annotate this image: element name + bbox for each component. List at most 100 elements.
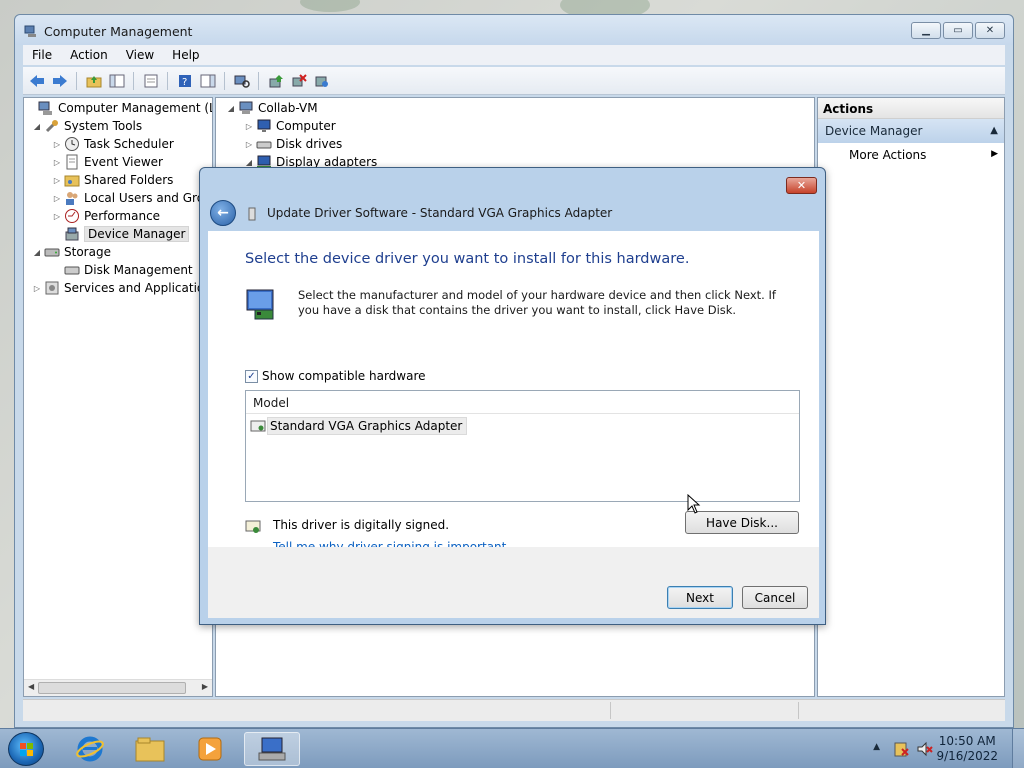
show-action-pane-icon[interactable] — [198, 71, 217, 90]
back-arrow-icon[interactable] — [27, 71, 46, 90]
media-player-icon — [198, 737, 222, 761]
show-compatible-row[interactable]: ✓ Show compatible hardware — [245, 369, 426, 383]
mouse-pointer-icon — [687, 494, 701, 514]
device-item-disk-drives[interactable]: ▷ Disk drives — [244, 135, 342, 153]
computer-management-icon — [24, 25, 36, 37]
uninstall-icon[interactable] — [289, 71, 308, 90]
show-hide-tree-icon[interactable] — [107, 71, 126, 90]
model-list-item[interactable]: Standard VGA Graphics Adapter — [250, 416, 468, 435]
tree-item-label: Shared Folders — [84, 173, 174, 187]
scroll-right-icon[interactable]: ▶ — [202, 682, 208, 691]
clock[interactable]: 10:50 AM 9/16/2022 — [936, 734, 998, 764]
horizontal-scrollbar[interactable]: ◀ ▶ — [24, 679, 212, 696]
show-compatible-label: Show compatible hardware — [262, 369, 426, 383]
menu-view[interactable]: View — [126, 48, 154, 62]
dialog-header: ← Update Driver Software - Standard VGA … — [208, 198, 817, 230]
have-disk-button[interactable]: Have Disk... — [685, 511, 799, 534]
users-icon — [66, 192, 78, 205]
enable-device-icon[interactable] — [312, 71, 331, 90]
tree-item-label: Disk Management — [84, 263, 193, 277]
tree-item-system-tools[interactable]: ◢ System Tools — [32, 117, 142, 135]
collapse-up-icon[interactable]: ▲ — [990, 125, 998, 136]
collapsed-arrow-icon[interactable]: ▷ — [52, 158, 62, 167]
actions-section-label: Device Manager — [825, 124, 923, 138]
up-folder-icon[interactable] — [84, 71, 103, 90]
monitor-icon — [246, 289, 274, 320]
svg-text:?: ? — [182, 77, 187, 88]
file-explorer-taskbar[interactable] — [122, 732, 178, 766]
device-item-computer[interactable]: ▷ Computer — [244, 117, 336, 135]
collapsed-arrow-icon[interactable]: ▷ — [52, 212, 62, 221]
menu-help[interactable]: Help — [172, 48, 199, 62]
tree-item-performance[interactable]: ▷ Performance — [52, 207, 160, 225]
tree-item-services[interactable]: ▷ Services and Applications — [32, 279, 213, 297]
collapsed-arrow-icon[interactable]: ▷ — [52, 140, 62, 149]
submenu-arrow-icon: ▶ — [991, 149, 998, 159]
tree-root[interactable]: Computer Management (Local — [26, 99, 212, 117]
model-list[interactable]: Model Standard VGA Graphics Adapter — [245, 390, 800, 502]
tree-item-local-users[interactable]: ▷ Local Users and Group — [52, 189, 212, 207]
next-button[interactable]: Next — [667, 586, 733, 609]
device-root[interactable]: ◢ Collab-VM — [226, 99, 318, 117]
tree-item-shared-folders[interactable]: ▷ Shared Folders — [52, 171, 173, 189]
media-player-taskbar[interactable] — [182, 732, 238, 766]
show-compatible-checkbox[interactable]: ✓ — [245, 369, 258, 383]
more-actions-item[interactable]: More Actions ▶ — [818, 143, 1004, 165]
update-driver-icon[interactable] — [266, 71, 285, 90]
help-icon[interactable]: ? — [175, 71, 194, 90]
tree-item-event-viewer[interactable]: ▷ Event Viewer — [52, 153, 163, 171]
close-button[interactable]: ✕ — [975, 22, 1005, 39]
tree-item-task-scheduler[interactable]: ▷ Task Scheduler — [52, 135, 174, 153]
menu-file[interactable]: File — [32, 48, 52, 62]
toolbar-separator — [133, 71, 134, 90]
show-desktop-button[interactable] — [1012, 729, 1024, 768]
tree-item-device-manager[interactable]: Device Manager — [52, 225, 190, 243]
action-center-icon[interactable] — [892, 740, 910, 758]
properties-icon[interactable] — [141, 71, 160, 90]
tree-item-label: Event Viewer — [84, 155, 163, 169]
maximize-button[interactable]: ▭ — [943, 22, 973, 39]
tree-item-storage[interactable]: ◢ Storage — [32, 243, 111, 261]
scroll-left-icon[interactable]: ◀ — [28, 682, 34, 691]
expanded-arrow-icon[interactable]: ◢ — [226, 104, 236, 113]
forward-arrow-icon[interactable] — [50, 71, 69, 90]
desktop-decoration — [300, 0, 360, 12]
expanded-arrow-icon[interactable]: ◢ — [244, 158, 254, 167]
dialog-close-button[interactable]: ✕ — [786, 177, 817, 194]
performance-icon — [65, 209, 79, 223]
actions-section-device-manager[interactable]: Device Manager ▲ — [818, 119, 1004, 143]
toolbar: ? — [23, 67, 1005, 95]
disk-icon — [64, 266, 80, 275]
clock-icon — [65, 137, 79, 151]
menu-action[interactable]: Action — [70, 48, 108, 62]
actions-pane: Actions Device Manager ▲ More Actions ▶ — [817, 97, 1005, 697]
services-icon — [45, 281, 59, 295]
internet-explorer-taskbar[interactable] — [62, 732, 118, 766]
toolbar-separator — [258, 71, 259, 90]
expanded-arrow-icon[interactable]: ◢ — [32, 122, 42, 131]
windows-logo-icon — [20, 743, 33, 756]
collapsed-arrow-icon[interactable]: ▷ — [244, 122, 254, 131]
computer-management-taskbar[interactable] — [244, 732, 300, 766]
show-hidden-icons-icon[interactable]: ▲ — [873, 742, 880, 752]
collapsed-arrow-icon[interactable]: ▷ — [244, 140, 254, 149]
collapsed-arrow-icon[interactable]: ▷ — [32, 284, 42, 293]
start-button[interactable] — [8, 732, 44, 766]
computer-management-icon — [258, 737, 286, 761]
status-segment — [798, 702, 799, 719]
expanded-arrow-icon[interactable]: ◢ — [32, 248, 42, 257]
tree-item-disk-management[interactable]: Disk Management — [52, 261, 193, 279]
storage-icon — [44, 248, 60, 257]
title-bar[interactable]: Computer Management ▁ ▭ ✕ — [15, 15, 1013, 45]
back-button[interactable]: ← — [210, 200, 236, 226]
volume-muted-icon[interactable] — [916, 740, 934, 758]
collapsed-arrow-icon[interactable]: ▷ — [52, 194, 62, 203]
scan-hardware-icon[interactable] — [232, 71, 251, 90]
tree-item-label: Services and Applications — [64, 281, 213, 295]
cancel-button[interactable]: Cancel — [742, 586, 808, 609]
signed-status-text: This driver is digitally signed. — [273, 518, 450, 532]
minimize-button[interactable]: ▁ — [911, 22, 941, 39]
collapsed-arrow-icon[interactable]: ▷ — [52, 176, 62, 185]
model-column-header[interactable]: Model — [246, 391, 799, 414]
scroll-thumb[interactable] — [38, 682, 186, 694]
